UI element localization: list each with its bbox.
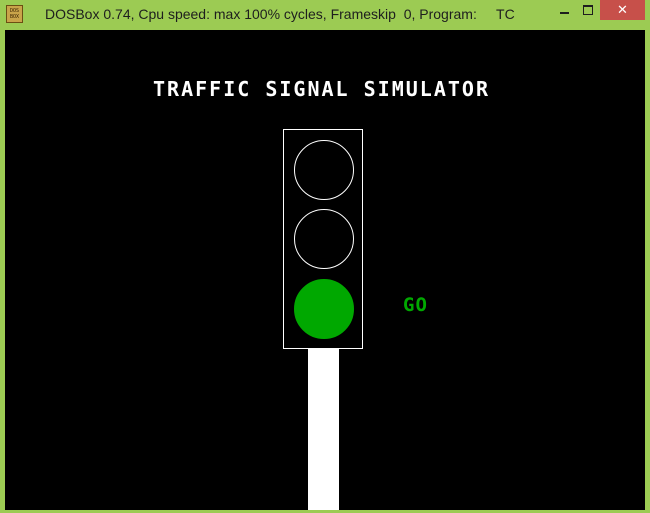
signal-status-label: GO bbox=[403, 294, 428, 316]
yellow-light bbox=[294, 209, 354, 269]
maximize-icon bbox=[583, 5, 593, 15]
red-light bbox=[294, 140, 354, 200]
dosbox-window: DOS BOX DOSBox 0.74, Cpu speed: max 100%… bbox=[0, 0, 650, 513]
dos-screen[interactable]: TRAFFIC SIGNAL SIMULATOR GO bbox=[5, 30, 645, 510]
dosbox-app-icon[interactable]: DOS BOX bbox=[6, 5, 23, 23]
traffic-signal-housing bbox=[283, 129, 363, 349]
minimize-icon bbox=[559, 12, 569, 14]
close-icon: ✕ bbox=[617, 2, 628, 18]
title-bar[interactable]: DOS BOX DOSBox 0.74, Cpu speed: max 100%… bbox=[0, 0, 650, 30]
close-button[interactable]: ✕ bbox=[600, 0, 645, 20]
maximize-button[interactable] bbox=[576, 0, 600, 20]
simulator-heading: TRAFFIC SIGNAL SIMULATOR bbox=[153, 77, 490, 101]
signal-pole bbox=[308, 349, 339, 510]
window-title: DOSBox 0.74, Cpu speed: max 100% cycles,… bbox=[45, 6, 515, 22]
green-light bbox=[294, 279, 354, 339]
app-icon-label: DOS BOX bbox=[9, 8, 20, 20]
minimize-button[interactable] bbox=[552, 0, 576, 20]
